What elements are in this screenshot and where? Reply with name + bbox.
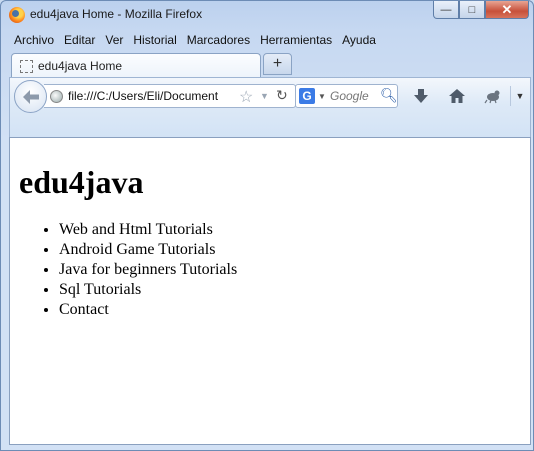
globe-icon: [50, 90, 63, 103]
menu-ayuda[interactable]: Ayuda: [338, 31, 382, 49]
search-icon[interactable]: 🔍︎: [380, 87, 398, 104]
home-icon: [449, 89, 465, 103]
reload-icon[interactable]: ↻: [276, 87, 288, 104]
menu-marcadores[interactable]: Marcadores: [183, 31, 256, 49]
menu-dropdown-button[interactable]: ▼: [513, 86, 527, 106]
link-list: Web and Html Tutorials Android Game Tuto…: [19, 220, 237, 320]
window-title: edu4java Home - Mozilla Firefox: [30, 7, 203, 21]
toolbar-separator: [510, 86, 511, 106]
navigation-toolbar: file:///C:/Users/Eli/Document ☆ ▼ ↻ G ▼ …: [9, 77, 531, 137]
url-text[interactable]: file:///C:/Users/Eli/Document: [68, 89, 232, 103]
link-sql-tutorials[interactable]: Sql Tutorials: [59, 280, 237, 300]
bookmark-star-icon[interactable]: ☆: [239, 87, 253, 107]
menu-historial[interactable]: Historial: [129, 31, 182, 49]
dropdown-icon[interactable]: ▼: [260, 91, 269, 101]
caption-buttons: — □ ✕: [433, 1, 529, 20]
download-icon: [414, 89, 428, 103]
google-icon[interactable]: G: [299, 88, 315, 104]
title-bar[interactable]: edu4java Home - Mozilla Firefox — □ ✕: [1, 1, 533, 29]
link-android-game-tutorials[interactable]: Android Game Tutorials: [59, 240, 237, 260]
blank-page-icon: [20, 60, 33, 73]
link-contact[interactable]: Contact: [59, 300, 237, 320]
page-content: edu4java Web and Html Tutorials Android …: [9, 137, 531, 445]
menu-editar[interactable]: Editar: [60, 31, 101, 49]
engine-dropdown-icon[interactable]: ▼: [318, 92, 326, 101]
menu-herramientas[interactable]: Herramientas: [256, 31, 338, 49]
tab-edu4java-home[interactable]: edu4java Home: [11, 53, 261, 77]
search-bar[interactable]: G ▼ Google 🔍︎: [295, 84, 398, 108]
back-arrow-icon: [22, 89, 39, 104]
menu-ver[interactable]: Ver: [101, 31, 129, 49]
minimize-button[interactable]: —: [433, 1, 459, 19]
new-tab-button[interactable]: +: [263, 53, 292, 75]
search-input[interactable]: Google: [330, 89, 369, 103]
menu-bar: Archivo Editar Ver Historial Marcadores …: [10, 31, 382, 49]
firefox-logo-icon: [9, 7, 25, 23]
addon-button[interactable]: [482, 86, 504, 106]
maximize-button[interactable]: □: [459, 1, 485, 19]
menu-archivo[interactable]: Archivo: [10, 31, 60, 49]
link-web-html-tutorials[interactable]: Web and Html Tutorials: [59, 220, 237, 240]
home-button[interactable]: [446, 86, 468, 106]
menu-dropdown-icon: ▼: [515, 91, 525, 101]
page-heading: edu4java: [19, 164, 144, 200]
addon-icon: [484, 90, 500, 104]
url-bar[interactable]: file:///C:/Users/Eli/Document ☆ ▼ ↻: [44, 84, 296, 108]
back-button[interactable]: [14, 80, 47, 113]
link-java-beginners-tutorials[interactable]: Java for beginners Tutorials: [59, 260, 237, 280]
close-button[interactable]: ✕: [485, 1, 529, 19]
download-button[interactable]: [410, 86, 432, 106]
tab-label: edu4java Home: [38, 59, 123, 73]
browser-window: edu4java Home - Mozilla Firefox — □ ✕ Ar…: [0, 0, 534, 451]
